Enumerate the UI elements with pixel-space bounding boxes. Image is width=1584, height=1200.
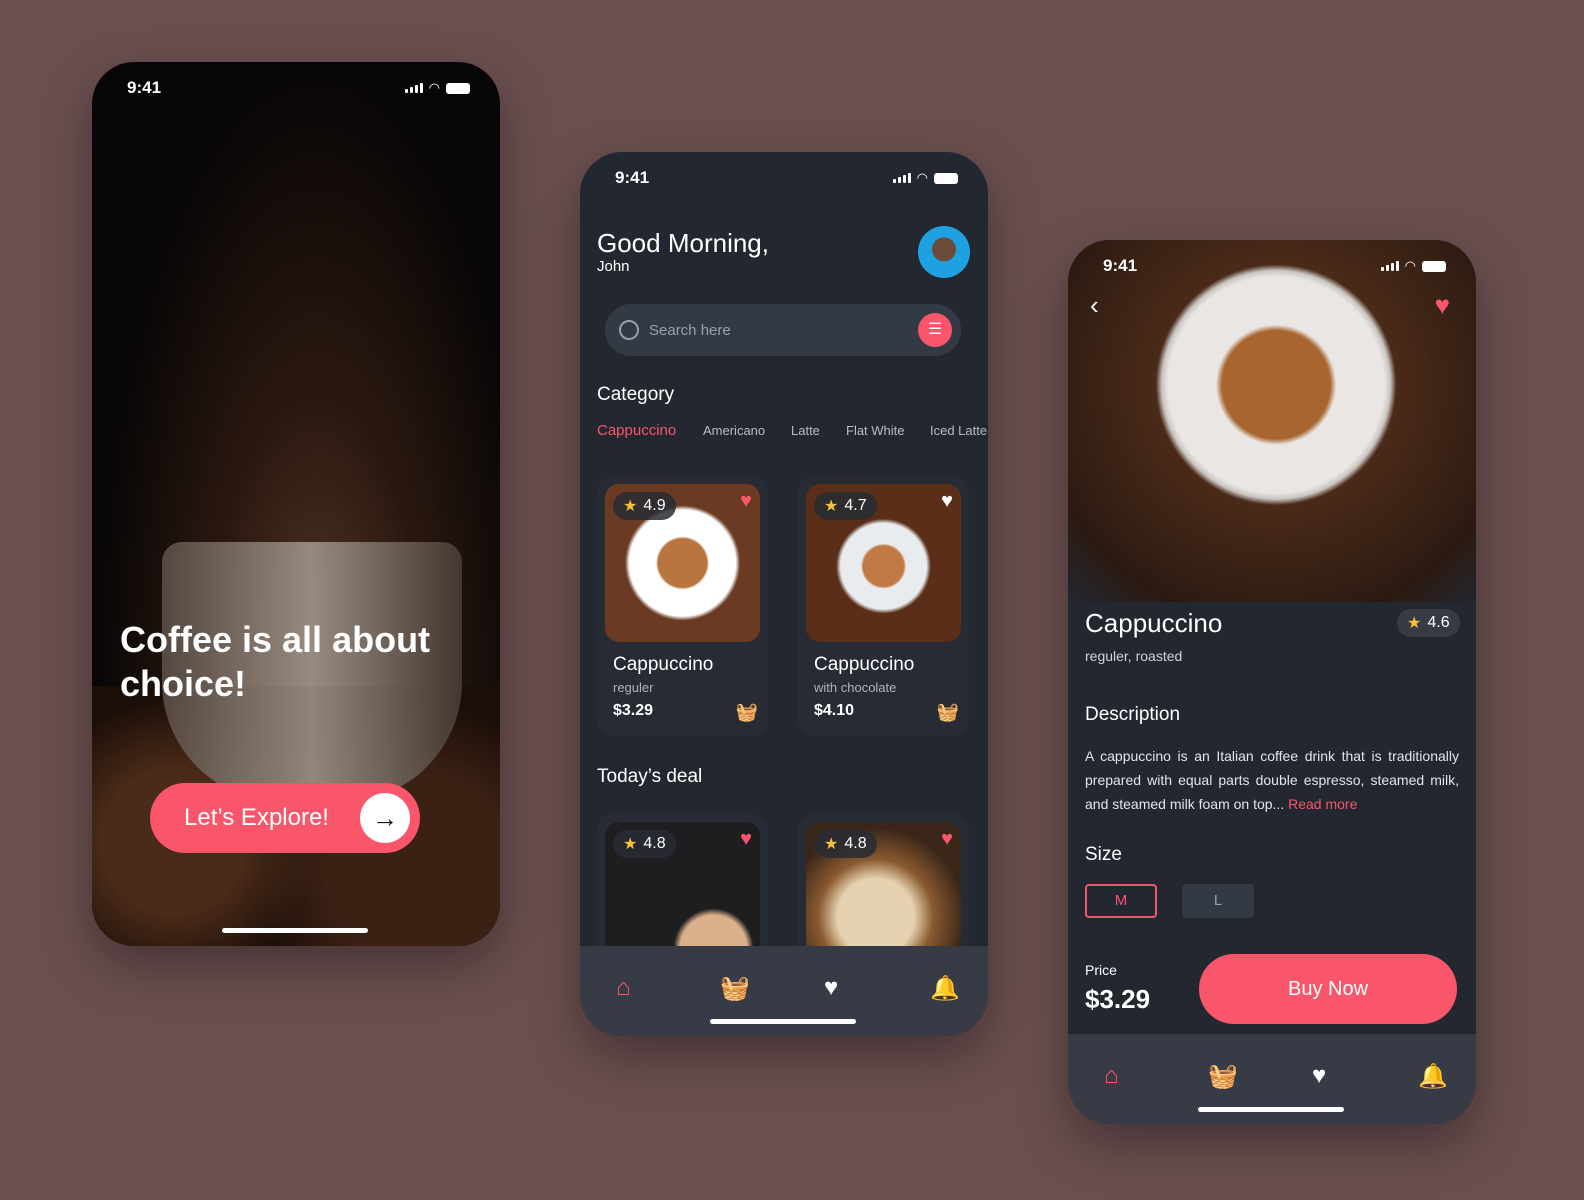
- arrow-right-icon: →: [360, 793, 410, 843]
- category-title: Category: [597, 384, 675, 405]
- product-card[interactable]: ★ 4.7 ♥ Cappuccino with chocolate $4.10 🧺: [798, 476, 969, 736]
- explore-button[interactable]: Let’s Explore! →: [150, 783, 420, 853]
- filter-icon[interactable]: ☰: [918, 313, 952, 347]
- rating-badge: ★ 4.6: [1397, 609, 1460, 637]
- greeting: Good Morning,: [597, 228, 769, 258]
- rating-badge: ★ 4.8: [814, 830, 877, 858]
- product-name: Cappuccino: [613, 654, 714, 675]
- detail-screen: 9:41 ◠ ‹ ♥ Cappuccino ★ 4.6 reguler, roas…: [1068, 240, 1476, 1124]
- heart-icon[interactable]: ♥: [740, 490, 752, 513]
- heart-icon[interactable]: ♥: [824, 974, 838, 1002]
- price-value: $3.29: [1085, 984, 1151, 1014]
- tab-iced-latte[interactable]: Iced Latte: [930, 423, 987, 438]
- star-icon: ★: [623, 498, 638, 515]
- description-title: Description: [1085, 704, 1181, 725]
- product-price: $3.29: [613, 702, 654, 719]
- star-icon: ★: [1407, 615, 1422, 632]
- tab-cappuccino[interactable]: Cappuccino: [597, 422, 676, 439]
- rating-badge: ★ 4.8: [613, 830, 676, 858]
- heart-icon[interactable]: ♥: [1312, 1062, 1326, 1090]
- back-icon[interactable]: ‹: [1090, 290, 1099, 321]
- description-text: A cappuccino is an Italian coffee drink …: [1085, 744, 1459, 816]
- wifi-icon: ◠: [428, 80, 440, 95]
- search-icon: [619, 320, 639, 340]
- home-indicator: [1198, 1107, 1344, 1112]
- basket-icon[interactable]: 🧺: [720, 974, 750, 1003]
- signal-icon: [404, 83, 423, 93]
- rating-badge: ★ 4.9: [613, 492, 676, 520]
- home-icon[interactable]: ⌂: [616, 974, 631, 1002]
- status-time: 9:41: [1103, 256, 1138, 275]
- rating-value: 4.7: [844, 497, 867, 514]
- signal-icon: [892, 173, 911, 183]
- hero-image: [1068, 240, 1476, 602]
- star-icon: ★: [824, 836, 839, 853]
- product-variant: reguler: [613, 680, 654, 695]
- battery-icon: [446, 82, 470, 94]
- status-icons: ◠: [892, 170, 958, 186]
- battery-icon: [1422, 260, 1446, 272]
- avatar[interactable]: [918, 226, 970, 278]
- rating-value: 4.9: [643, 497, 666, 514]
- star-icon: ★: [623, 836, 638, 853]
- rating-value: 4.8: [844, 835, 867, 852]
- deal-title: Today’s deal: [597, 766, 703, 787]
- size-m-button[interactable]: M: [1085, 884, 1157, 918]
- splash-screen: 9:41 ◠ Coffee is all about choice! Let’s…: [92, 62, 500, 946]
- buy-now-button[interactable]: Buy Now: [1199, 954, 1457, 1024]
- size-l-button[interactable]: L: [1182, 884, 1254, 918]
- product-name: Cappuccino: [1085, 608, 1223, 638]
- product-price: $4.10: [814, 702, 855, 719]
- bottom-nav: ⌂ 🧺 ♥ 🔔: [580, 946, 988, 1036]
- basket-icon[interactable]: 🧺: [1208, 1062, 1238, 1091]
- heart-icon[interactable]: ♥: [941, 828, 953, 851]
- home-indicator: [710, 1019, 856, 1024]
- status-time: 9:41: [127, 78, 162, 97]
- product-name: Cappuccino: [814, 654, 915, 675]
- product-variant: reguler, roasted: [1085, 648, 1183, 664]
- explore-label: Let’s Explore!: [184, 804, 329, 831]
- rating-badge: ★ 4.7: [814, 492, 877, 520]
- status-icons: ◠: [1380, 258, 1446, 274]
- basket-icon[interactable]: 🧺: [736, 702, 758, 723]
- tab-flat-white[interactable]: Flat White: [846, 423, 905, 438]
- heart-icon[interactable]: ♥: [1435, 290, 1450, 321]
- tab-latte[interactable]: Latte: [791, 423, 820, 438]
- product-variant: with chocolate: [814, 680, 897, 695]
- status-icons: ◠: [404, 80, 470, 96]
- battery-icon: [934, 172, 958, 184]
- home-screen: 9:41 ◠ Good Morning, John Search here ☰ …: [580, 152, 988, 1036]
- rating-value: 4.8: [643, 835, 666, 852]
- wifi-icon: ◠: [916, 170, 928, 185]
- search-input[interactable]: Search here ☰: [605, 304, 961, 356]
- star-icon: ★: [824, 498, 839, 515]
- size-title: Size: [1085, 844, 1122, 865]
- price-label: Price: [1085, 962, 1117, 978]
- headline: Coffee is all about choice!: [120, 619, 431, 704]
- user-name: John: [597, 258, 630, 275]
- status-time: 9:41: [615, 168, 650, 187]
- home-indicator: [222, 928, 368, 933]
- bottom-nav: ⌂ 🧺 ♥ 🔔: [1068, 1034, 1476, 1124]
- description-body: A cappuccino is an Italian coffee drink …: [1085, 748, 1459, 812]
- search-placeholder: Search here: [649, 321, 731, 339]
- basket-icon[interactable]: 🧺: [937, 702, 959, 723]
- rating-value: 4.6: [1427, 614, 1450, 631]
- tab-americano[interactable]: Americano: [703, 423, 765, 438]
- heart-icon[interactable]: ♥: [740, 828, 752, 851]
- heart-icon[interactable]: ♥: [941, 490, 953, 513]
- read-more-link[interactable]: Read more: [1288, 796, 1357, 812]
- product-card[interactable]: ★ 4.9 ♥ Cappuccino reguler $3.29 🧺: [597, 476, 768, 736]
- bell-icon[interactable]: 🔔: [930, 974, 960, 1003]
- wifi-icon: ◠: [1404, 258, 1416, 273]
- bell-icon[interactable]: 🔔: [1418, 1062, 1448, 1091]
- signal-icon: [1380, 261, 1399, 271]
- home-icon[interactable]: ⌂: [1104, 1062, 1119, 1090]
